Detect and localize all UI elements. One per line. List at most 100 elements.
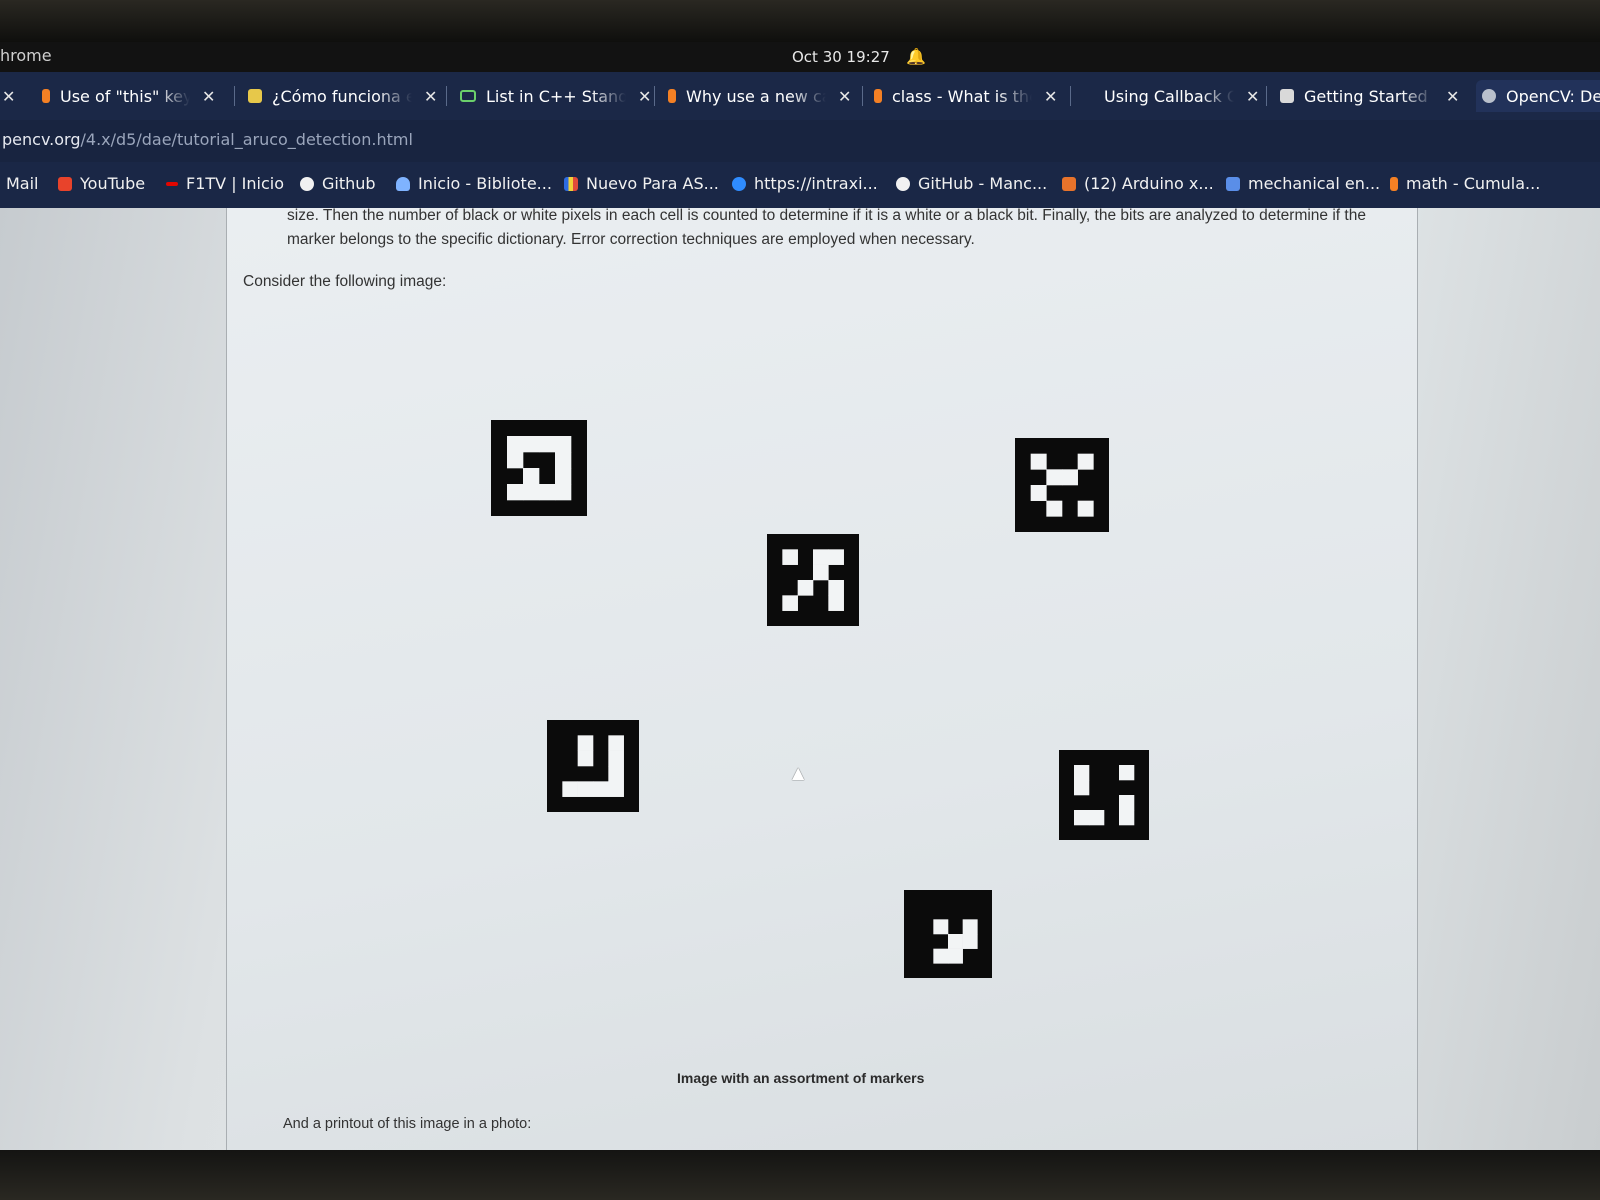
bookmark-label: Nuevo Para AS... bbox=[586, 174, 719, 193]
bookmark-label: YouTube bbox=[80, 174, 146, 193]
marker-white-bit bbox=[507, 452, 524, 469]
tab-opencv-active[interactable]: OpenCV: Dete bbox=[1476, 80, 1600, 112]
marker-white-bit bbox=[507, 436, 524, 453]
close-icon[interactable]: ✕ bbox=[838, 87, 851, 106]
bookmark-mail[interactable]: Mail bbox=[6, 174, 39, 193]
marker-white-bit bbox=[1077, 453, 1094, 470]
paragraph-printout: And a printout of this image in a photo: bbox=[283, 1116, 532, 1132]
tab-label: Using Callback Gr bbox=[1104, 86, 1234, 106]
marker-white-bit bbox=[828, 595, 844, 611]
bookmark-youtube[interactable]: YouTube bbox=[58, 174, 145, 193]
marker-svg bbox=[767, 534, 859, 626]
marker-white-bit bbox=[555, 484, 572, 501]
bookmark-label: GitHub - Manc... bbox=[918, 174, 1048, 193]
marker-svg bbox=[491, 420, 587, 516]
stackoverflow-icon bbox=[668, 89, 676, 103]
aruco-marker-3 bbox=[1015, 438, 1109, 536]
marker-svg bbox=[547, 720, 639, 812]
marker-white-bit bbox=[782, 595, 798, 611]
address-bar[interactable]: pencv.org/4.x/d5/dae/tutorial_aruco_dete… bbox=[0, 120, 1600, 162]
screen-bezel-bottom bbox=[0, 1150, 1600, 1200]
close-icon[interactable]: ✕ bbox=[1246, 87, 1259, 106]
github-icon bbox=[300, 176, 314, 191]
youtube-icon bbox=[58, 176, 72, 191]
bookmark-label: mechanical en... bbox=[1248, 174, 1381, 193]
tab-why-new[interactable]: Why use a new call ✕ bbox=[668, 80, 851, 112]
close-icon[interactable]: ✕ bbox=[638, 87, 651, 106]
tab-separator bbox=[234, 86, 235, 106]
screen-bezel-top bbox=[0, 0, 1600, 42]
marker-white-bit bbox=[539, 436, 556, 453]
mouse-cursor-icon: ▲ bbox=[792, 763, 805, 782]
tab-this-keyword[interactable]: Use of "this" keyword ✕ bbox=[42, 80, 215, 112]
marker-white-bit bbox=[948, 948, 963, 964]
marker-white-bit bbox=[523, 468, 540, 485]
bookmark-inicio-biblioteca[interactable]: Inicio - Bibliote... bbox=[396, 174, 552, 193]
tab-list-cpp[interactable]: List in C++ Standard ✕ bbox=[460, 80, 651, 112]
cpp-icon bbox=[460, 90, 476, 102]
close-icon[interactable]: ✕ bbox=[202, 87, 215, 106]
bookmark-label: (12) Arduino x... bbox=[1084, 174, 1214, 193]
aruco-marker-4 bbox=[547, 720, 639, 816]
close-icon[interactable]: ✕ bbox=[1044, 87, 1057, 106]
marker-white-bit bbox=[555, 452, 572, 469]
url-host: pencv.org bbox=[2, 130, 81, 149]
bell-icon[interactable]: 🔔 bbox=[906, 47, 926, 66]
bookmark-label: math - Cumula... bbox=[1406, 174, 1541, 193]
page-viewport[interactable]: size. Then the number of black or white … bbox=[0, 207, 1600, 1150]
bookmark-label: Mail bbox=[6, 174, 39, 193]
tab-separator bbox=[446, 86, 447, 106]
url-text[interactable]: pencv.org/4.x/d5/dae/tutorial_aruco_dete… bbox=[2, 130, 413, 149]
system-clock[interactable]: Oct 30 19:27 bbox=[792, 48, 890, 66]
bookmark-github[interactable]: Github bbox=[300, 174, 376, 193]
marker-white-bit bbox=[933, 948, 949, 964]
marker-white-bit bbox=[782, 549, 798, 565]
marker-white-bit bbox=[577, 735, 594, 751]
bookmark-mechanical-en[interactable]: mechanical en... bbox=[1226, 174, 1380, 193]
bookmark-github-manc[interactable]: GitHub - Manc... bbox=[896, 174, 1047, 193]
marker-white-bit bbox=[1030, 485, 1047, 501]
marker-white-bit bbox=[507, 484, 524, 501]
marker-svg bbox=[1015, 438, 1109, 532]
bookmark-label: Github bbox=[322, 174, 376, 193]
tab-class-what[interactable]: class - What is the ✕ bbox=[874, 80, 1057, 112]
close-icon[interactable]: ✕ bbox=[1446, 87, 1459, 106]
tab-label: Use of "this" keyword bbox=[60, 86, 190, 106]
bookmark-math-cumula[interactable]: math - Cumula... bbox=[1390, 174, 1540, 193]
bookmark-label: Inicio - Bibliote... bbox=[418, 174, 552, 193]
marker-white-bit bbox=[1074, 780, 1090, 796]
marker-white-bit bbox=[962, 934, 978, 949]
marker-white-bit bbox=[577, 750, 594, 767]
aruco-marker-6 bbox=[903, 890, 993, 982]
tab-label: List in C++ Standard bbox=[486, 86, 626, 106]
tab-using-callback[interactable]: Using Callback Gr ✕ bbox=[1104, 80, 1259, 112]
marker-white-bit bbox=[1119, 795, 1135, 811]
marker-white-bit bbox=[523, 484, 540, 501]
marker-white-bit bbox=[828, 580, 844, 596]
aruco-marker-2 bbox=[767, 534, 859, 630]
close-icon[interactable]: ✕ bbox=[424, 87, 437, 106]
tab-separator bbox=[654, 86, 655, 106]
marker-border bbox=[1059, 750, 1149, 840]
stackoverflow-icon bbox=[874, 89, 882, 103]
figure-caption: Image with an assortment of markers bbox=[677, 1070, 925, 1086]
github-icon bbox=[896, 176, 910, 191]
tab-getting-started[interactable]: Getting Started w ✕ bbox=[1280, 80, 1459, 112]
tab-separator bbox=[1070, 86, 1071, 106]
tab-label: Getting Started w bbox=[1304, 86, 1434, 106]
paragraph-consider-image: Consider the following image: bbox=[243, 273, 447, 290]
marker-white-bit bbox=[797, 580, 814, 596]
tab-label: ¿Cómo funciona el bbox=[272, 86, 412, 106]
bookmark-intraxi[interactable]: https://intraxi... bbox=[732, 174, 878, 193]
tab-close-left[interactable]: ✕ bbox=[2, 80, 15, 112]
bookmark-f1tv[interactable]: F1TV | Inicio bbox=[166, 174, 284, 193]
marker-white-bit bbox=[593, 781, 609, 797]
marker-white-bit bbox=[1074, 810, 1090, 826]
tab-como-funciona[interactable]: ¿Cómo funciona el ✕ bbox=[248, 80, 437, 112]
url-path: /4.x/d5/dae/tutorial_aruco_detection.htm… bbox=[80, 130, 413, 149]
bookmark-arduino[interactable]: (12) Arduino x... bbox=[1062, 174, 1214, 193]
marker-white-bit bbox=[555, 468, 572, 485]
tab-label: class - What is the bbox=[892, 86, 1032, 106]
close-icon[interactable]: ✕ bbox=[2, 87, 15, 106]
bookmark-nuevo-para-as[interactable]: Nuevo Para AS... bbox=[564, 174, 719, 193]
